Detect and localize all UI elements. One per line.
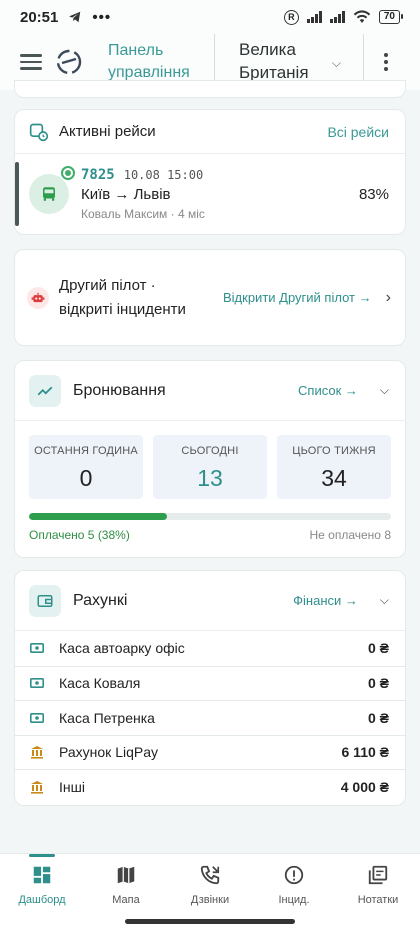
tab-dashboard-panel[interactable]: Панель управління [108,40,204,84]
account-row[interactable]: Каса Петренка 0 ₴ [15,700,405,735]
trip-row[interactable]: 7825 10.08 15:00 Київ → Львів Коваль Мак… [15,154,405,234]
all-trips-link[interactable]: Всі рейси [327,124,389,140]
paid-label: Оплачено 5 (38%) [29,528,130,542]
home-indicator [125,919,295,924]
trip-route: Київ → Львів [81,186,171,203]
chevron-down-icon[interactable]: ⌵ [380,383,389,398]
alert-circle-icon [284,865,304,885]
signal-2-icon [329,11,345,23]
account-name: Каса автоарку офіс [59,640,185,657]
payment-progress-bar [29,513,391,520]
account-amount: 4 000 ₴ [340,778,389,795]
bookings-list-link[interactable]: Список → [298,383,358,398]
cash-icon [29,712,45,723]
bookings-card: Бронювання Список → ⌵ ОСТАННЯ ГОДИНА 0 С… [14,360,406,558]
robot-icon [27,286,49,309]
dashboard-icon [33,866,51,884]
account-name: Інші [59,778,85,795]
copilot-title: Другий пілот · відкриті інциденти [59,276,186,318]
nav-label: Дзвінки [190,894,230,906]
app-logo [56,49,82,75]
telegram-icon [69,11,81,23]
trip-occupancy: 83% [358,185,389,203]
stat-last-hour: ОСТАННЯ ГОДИНА 0 [29,435,143,499]
bus-clock-icon [29,123,49,141]
registered-icon: R [283,9,299,25]
accounts-header: Рахункі Фінанси → ⌵ [15,571,405,631]
bookings-header: Бронювання Список → ⌵ [15,361,405,421]
trip-accent-bar [15,162,19,226]
nav-label: Мапа [112,894,140,906]
account-row[interactable]: Інші 4 000 ₴ [15,769,405,804]
battery-icon: 70 [378,10,404,24]
map-icon [117,866,135,884]
active-trips-header: Активні рейси Всі рейси [15,110,405,154]
booking-stats: ОСТАННЯ ГОДИНА 0 СЬОГОДНІ 13 ЦЬОГО ТИЖНЯ… [15,421,405,499]
signal-icon [306,11,322,23]
more-notifications-icon: ••• [92,8,112,26]
account-name: Каса Коваля [59,675,141,692]
chevron-down-icon: ⌵ [331,56,341,70]
accounts-title: Рахункі [73,591,128,609]
status-bar: 20:51 ••• R 70 [0,0,420,34]
account-name: Каса Петренка [59,709,155,726]
stat-value: 0 [79,465,93,491]
account-amount: 6 110 ₴ [341,744,390,761]
status-time: 20:51 [20,8,59,26]
nav-dashboard[interactable]: Дашборд [0,854,84,933]
stat-label: ОСТАННЯ ГОДИНА [34,445,138,457]
account-amount: 0 ₴ [367,640,389,657]
cash-icon [29,678,45,689]
accounts-card: Рахункі Фінанси → ⌵ Каса автоарку офіс 0 … [14,570,406,806]
stat-value: 34 [321,465,347,491]
stat-label: СЬОГОДНІ [181,445,239,457]
stat-this-week: ЦЬОГО ТИЖНЯ 34 [277,435,391,499]
bookings-title: Бронювання [73,381,166,399]
finance-link[interactable]: Фінанси → [293,593,358,608]
active-trips-card: Активні рейси Всі рейси 7825 10.08 15:00… [14,109,406,235]
trip-driver: Коваль Максим · 4 міс [81,207,205,221]
notes-icon [368,865,388,885]
account-row[interactable]: Рахунок LiqPay 6 110 ₴ [15,734,405,770]
trending-up-icon [29,374,61,407]
account-row[interactable]: Каса Коваля 0 ₴ [15,665,405,701]
active-trips-title: Активні рейси [59,123,156,140]
chevron-down-icon[interactable]: ⌵ [380,593,389,608]
bank-icon [29,745,45,759]
nav-notes[interactable]: Нотатки [336,854,420,933]
open-copilot-link[interactable]: Відкрити Другий пілот → [223,290,372,305]
copilot-card[interactable]: Другий пілот · відкриті інциденти Відкри… [14,249,406,346]
more-options-icon[interactable] [376,53,396,71]
trip-datetime: 10.08 15:00 [123,168,204,182]
stat-today: СЬОГОДНІ 13 [153,435,267,499]
account-amount: 0 ₴ [367,675,389,692]
collapsed-card-edge [14,80,406,98]
bank-icon [29,780,45,794]
account-name: Рахунок LiqPay [59,744,158,761]
cash-icon [29,643,45,654]
account-amount: 0 ₴ [367,709,389,726]
chevron-right-icon[interactable]: › [386,289,391,307]
stat-label: ЦЬОГО ТИЖНЯ [292,445,376,457]
menu-icon[interactable] [20,54,42,70]
wifi-icon [353,10,371,23]
wallet-icon [29,584,61,617]
nav-active-indicator [29,854,55,857]
phone-icon [200,865,220,885]
account-row[interactable]: Каса автоарку офіс 0 ₴ [15,631,405,666]
payment-progress-fill [29,513,167,520]
unpaid-label: Не оплачено 8 [309,528,392,542]
nav-label: Нотатки [357,894,399,906]
bus-icon [29,166,75,214]
trip-number: 7825 [81,167,115,183]
stat-value: 13 [197,465,223,491]
live-status-icon [61,166,75,180]
nav-label: Інцид. [278,894,310,906]
nav-label: Дашборд [18,894,66,906]
